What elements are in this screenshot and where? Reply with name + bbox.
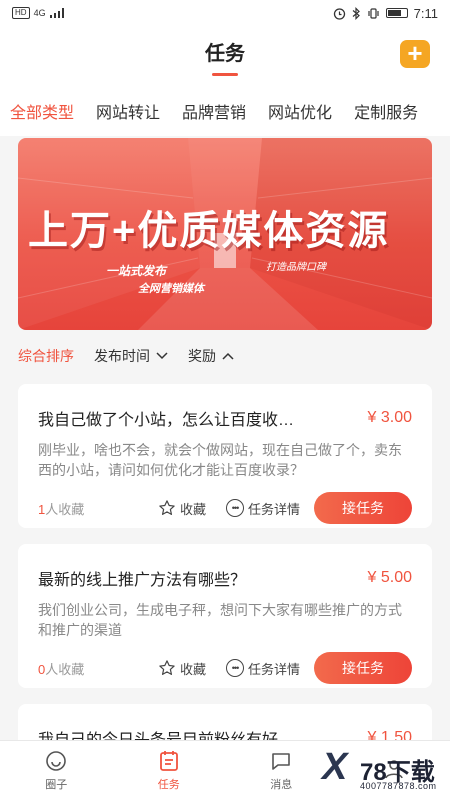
bluetooth-icon: [352, 6, 360, 20]
favorite-label: 收藏: [180, 501, 207, 517]
task-detail-label: 任务详情: [248, 661, 301, 677]
nav-item-message[interactable]: 消息: [225, 741, 338, 800]
sort-comprehensive[interactable]: 综合排序: [18, 346, 74, 366]
sort-reward-label: 奖励: [188, 348, 216, 364]
chevron-down-icon: [156, 352, 168, 360]
nav-label-circle: 圈子: [45, 779, 68, 791]
task-price: ¥ 3.00: [367, 409, 412, 426]
battery-icon: [385, 8, 408, 18]
tab-all-types[interactable]: 全部类型: [10, 99, 74, 123]
task-card[interactable]: 最新的线上推广方法有哪些？ ¥ 5.00 我们创业公司，生成电子秤，想问下大家有…: [18, 544, 432, 688]
vibrate-icon: [368, 7, 379, 19]
alarm-icon: [333, 7, 345, 20]
favorite-count: 1人收藏: [38, 499, 138, 518]
message-icon: [272, 753, 291, 770]
task-title: 最新的线上推广方法有哪些？: [38, 572, 247, 589]
plus-icon: +: [407, 38, 423, 68]
tab-brand-marketing[interactable]: 品牌营销: [182, 99, 246, 123]
status-right: 7:11: [333, 6, 438, 21]
category-tabs: 全部类型 网站转让 品牌营销 网站优化 定制服务: [0, 86, 450, 136]
sort-reward[interactable]: 奖励: [188, 346, 234, 366]
task-title: 我自己做了个小站，怎么让百度收…: [38, 412, 295, 429]
watermark-logo: X 78下载 4007787878.com: [322, 744, 442, 796]
banner-headline: 上万+优质媒体资源: [28, 209, 390, 253]
task-card[interactable]: 我自己做了个小站，怎么让百度收… ¥ 3.00 刚毕业，啥也不会，就会个做网站，…: [18, 384, 432, 528]
tab-site-optimization[interactable]: 网站优化: [268, 99, 332, 123]
status-time: 7:11: [413, 5, 438, 21]
watermark-x-icon: X: [322, 746, 348, 788]
signal-icon: [49, 8, 64, 18]
accept-task-button[interactable]: 接任务: [314, 492, 412, 524]
star-icon: [159, 500, 175, 515]
favorite-button[interactable]: 收藏: [158, 499, 206, 518]
more-icon: •••: [226, 659, 245, 677]
more-icon: •••: [226, 499, 245, 517]
task-detail-button[interactable]: ••• 任务详情: [226, 499, 300, 518]
header: 任务 +: [0, 26, 450, 86]
add-task-button[interactable]: +: [400, 40, 430, 68]
banner-line2: 全网营销媒体: [138, 283, 204, 295]
chevron-up-icon: [222, 352, 234, 360]
watermark-phone: 4007787878.com: [360, 781, 437, 791]
circle-icon: [46, 751, 67, 771]
nav-label-task: 任务: [157, 779, 180, 791]
favorite-count: 0人收藏: [38, 659, 138, 678]
favorite-label: 收藏: [180, 661, 207, 677]
accept-task-button[interactable]: 接任务: [314, 652, 412, 684]
sort-comprehensive-label: 综合排序: [18, 348, 74, 364]
tab-custom-service[interactable]: 定制服务: [354, 99, 418, 123]
task-detail-label: 任务详情: [248, 501, 301, 517]
favorite-count-suffix: 人收藏: [45, 661, 85, 677]
sort-bar: 综合排序 发布时间 奖励: [0, 338, 450, 374]
status-left: HD 4G: [12, 7, 64, 19]
favorite-count-suffix: 人收藏: [45, 501, 85, 517]
task-detail-button[interactable]: ••• 任务详情: [226, 659, 300, 678]
status-bar: HD 4G 7:11: [0, 0, 450, 26]
task-icon: [159, 751, 178, 771]
nav-label-message: 消息: [270, 779, 293, 791]
network-type: 4G: [33, 8, 46, 18]
tab-site-transfer[interactable]: 网站转让: [96, 99, 160, 123]
banner-line3: 打造品牌口碑: [266, 262, 326, 273]
nav-item-circle[interactable]: 圈子: [0, 741, 113, 800]
task-price: ¥ 5.00: [367, 569, 412, 586]
sort-publish-time-label: 发布时间: [94, 348, 150, 364]
task-description: 我们创业公司，生成电子秤，想问下大家有哪些推广的方式和推广的渠道: [38, 602, 402, 638]
title-underline: [212, 73, 238, 76]
sort-publish-time[interactable]: 发布时间: [94, 346, 168, 366]
hd-badge: HD: [12, 7, 30, 19]
star-icon: [159, 660, 175, 675]
banner-line1: 一站式发布: [106, 264, 167, 278]
task-description: 刚毕业，啥也不会，就会个做网站，现在自己做了个，卖东西的小站，请问如何优化才能让…: [38, 442, 402, 478]
nav-item-task[interactable]: 任务: [113, 741, 226, 800]
favorite-button[interactable]: 收藏: [158, 659, 206, 678]
promo-banner[interactable]: 上万+优质媒体资源 一站式发布 全网营销媒体 打造品牌口碑: [18, 138, 432, 330]
